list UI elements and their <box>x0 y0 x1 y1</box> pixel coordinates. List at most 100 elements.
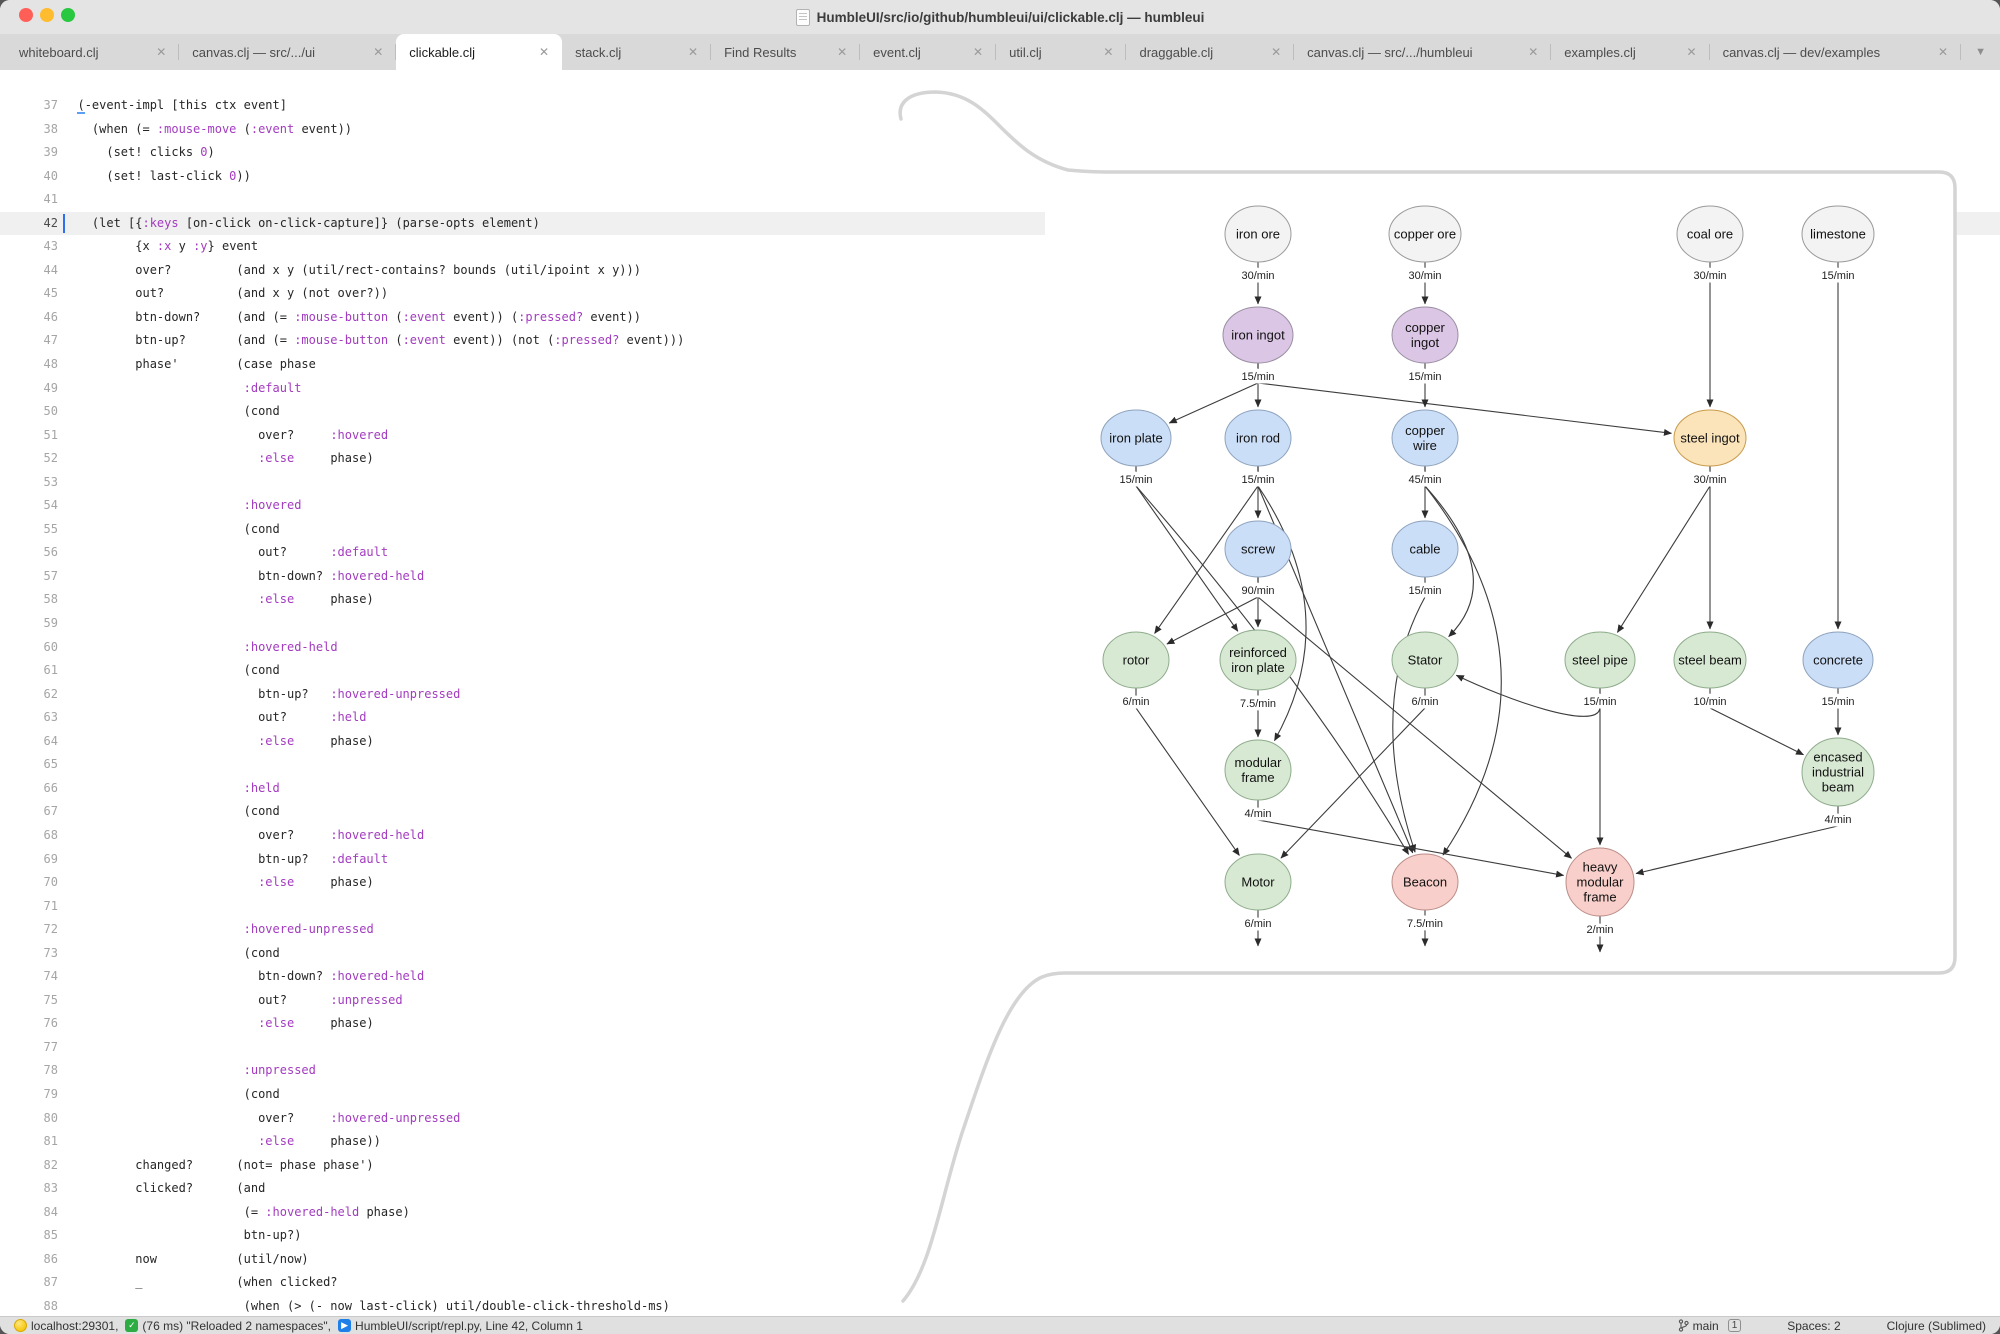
code-line-61[interactable]: 61 (cond <box>0 659 2000 683</box>
code-line-55[interactable]: 55 (cond <box>0 518 2000 542</box>
tab-label: draggable.clj <box>1139 45 1213 60</box>
code-line-59[interactable]: 59 <box>0 612 2000 636</box>
code-line-66[interactable]: 66 :held <box>0 777 2000 801</box>
code-line-72[interactable]: 72 :hovered-unpressed <box>0 918 2000 942</box>
tab-whiteboard-clj[interactable]: whiteboard.clj✕ <box>6 34 179 70</box>
code-line-74[interactable]: 74 btn-down? :hovered-held <box>0 965 2000 989</box>
tab-canvas-clj-src-humbleui[interactable]: canvas.clj — src/.../humbleui✕ <box>1294 34 1551 70</box>
code-line-81[interactable]: 81 :else phase)) <box>0 1130 2000 1154</box>
tab-close-icon[interactable]: ✕ <box>1687 45 1697 59</box>
code-line-86[interactable]: 86 now (util/now) <box>0 1248 2000 1272</box>
tab-close-icon[interactable]: ✕ <box>973 45 983 59</box>
tab-close-icon[interactable]: ✕ <box>1103 45 1113 59</box>
code-line-80[interactable]: 80 over? :hovered-unpressed <box>0 1107 2000 1131</box>
code-line-87[interactable]: 87 _ (when clicked? <box>0 1271 2000 1295</box>
code-line-39[interactable]: 39 (set! clicks 0) <box>0 141 2000 165</box>
code-line-71[interactable]: 71 <box>0 895 2000 919</box>
code-line-85[interactable]: 85 btn-up?) <box>0 1224 2000 1248</box>
line-number: 56 <box>0 541 58 565</box>
window-title: HumbleUI/src/io/github/humbleui/ui/click… <box>0 0 2000 34</box>
code-line-70[interactable]: 70 :else phase) <box>0 871 2000 895</box>
text-cursor <box>63 214 65 234</box>
code-line-45[interactable]: 45 out? (and x y (not over?)) <box>0 282 2000 306</box>
tab-find-results[interactable]: Find Results✕ <box>711 34 860 70</box>
line-content <box>58 899 63 913</box>
code-line-56[interactable]: 56 out? :default <box>0 541 2000 565</box>
tab-canvas-clj-dev-examples[interactable]: canvas.clj — dev/examples✕ <box>1710 34 1962 70</box>
tab-close-icon[interactable]: ✕ <box>1528 45 1538 59</box>
tab-event-clj[interactable]: event.clj✕ <box>860 34 996 70</box>
code-line-44[interactable]: 44 over? (and x y (util/rect-contains? b… <box>0 259 2000 283</box>
line-number: 43 <box>0 235 58 259</box>
code-line-60[interactable]: 60 :hovered-held <box>0 636 2000 660</box>
code-line-57[interactable]: 57 btn-down? :hovered-held <box>0 565 2000 589</box>
line-number: 51 <box>0 424 58 448</box>
line-content: btn-up? :default <box>58 852 388 866</box>
code-line-82[interactable]: 82 changed? (not= phase phase') <box>0 1154 2000 1178</box>
tab-stack-clj[interactable]: stack.clj ✕ <box>562 34 711 70</box>
code-line-42[interactable]: 42 (let [{:keys [on-click on-click-captu… <box>0 212 2000 236</box>
code-line-65[interactable]: 65 <box>0 753 2000 777</box>
code-line-69[interactable]: 69 btn-up? :default <box>0 848 2000 872</box>
code-line-41[interactable]: 41 <box>0 188 2000 212</box>
code-line-46[interactable]: 46 btn-down? (and (= :mouse-button (:eve… <box>0 306 2000 330</box>
code-line-63[interactable]: 63 out? :held <box>0 706 2000 730</box>
tab-examples-clj[interactable]: examples.clj✕ <box>1551 34 1709 70</box>
code-line-38[interactable]: 38 (when (= :mouse-move (:event event)) <box>0 118 2000 142</box>
tab-draggable-clj[interactable]: draggable.clj ✕ <box>1126 34 1294 70</box>
tab-close-icon[interactable]: ✕ <box>837 45 847 59</box>
code-line-84[interactable]: 84 (= :hovered-held phase) <box>0 1201 2000 1225</box>
tab-clickable-clj[interactable]: clickable.clj✕ <box>396 34 562 70</box>
tab-close-icon[interactable]: ✕ <box>1938 45 1948 59</box>
tab-overflow-icon[interactable]: ▼ <box>1961 34 2000 70</box>
line-content: phase' (case phase <box>58 357 316 371</box>
tab-util-clj[interactable]: util.clj✕ <box>996 34 1126 70</box>
code-line-50[interactable]: 50 (cond <box>0 400 2000 424</box>
status-spaces[interactable]: Spaces: 2 <box>1787 1319 1840 1333</box>
code-line-40[interactable]: 40 (set! last-click 0)) <box>0 165 2000 189</box>
code-line-64[interactable]: 64 :else phase) <box>0 730 2000 754</box>
code-line-49[interactable]: 49 :default <box>0 377 2000 401</box>
line-number: 80 <box>0 1107 58 1131</box>
tab-close-icon[interactable]: ✕ <box>539 45 549 59</box>
tab-label: stack.clj <box>575 45 621 60</box>
tab-canvas-clj-src-ui[interactable]: canvas.clj — src/.../ui✕ <box>179 34 396 70</box>
line-content: btn-up? (and (= :mouse-button (:event ev… <box>58 333 684 347</box>
code-line-68[interactable]: 68 over? :hovered-held <box>0 824 2000 848</box>
code-line-47[interactable]: 47 btn-up? (and (= :mouse-button (:event… <box>0 329 2000 353</box>
code-line-51[interactable]: 51 over? :hovered <box>0 424 2000 448</box>
tab-close-icon[interactable]: ✕ <box>688 45 698 59</box>
code-line-48[interactable]: 48 phase' (case phase <box>0 353 2000 377</box>
code-editor[interactable]: 37 (-event-impl [this ctx event]38 (when… <box>0 70 2000 1316</box>
code-line-83[interactable]: 83 clicked? (and <box>0 1177 2000 1201</box>
line-content: :else phase) <box>58 451 374 465</box>
code-line-62[interactable]: 62 btn-up? :hovered-unpressed <box>0 683 2000 707</box>
tab-close-icon[interactable]: ✕ <box>156 45 166 59</box>
line-number: 76 <box>0 1012 58 1036</box>
code-line-78[interactable]: 78 :unpressed <box>0 1059 2000 1083</box>
code-line-67[interactable]: 67 (cond <box>0 800 2000 824</box>
code-line-79[interactable]: 79 (cond <box>0 1083 2000 1107</box>
code-line-52[interactable]: 52 :else phase) <box>0 447 2000 471</box>
code-line-53[interactable]: 53 <box>0 471 2000 495</box>
tab-close-icon[interactable]: ✕ <box>1271 45 1281 59</box>
line-content: over? :hovered <box>58 428 388 442</box>
git-branch-icon <box>1678 1319 1689 1332</box>
tab-close-icon[interactable]: ✕ <box>373 45 383 59</box>
code-line-43[interactable]: 43 {x :x y :y} event <box>0 235 2000 259</box>
status-clojure[interactable]: Clojure (Sublimed) <box>1887 1319 1986 1333</box>
line-content: btn-up?) <box>58 1228 301 1242</box>
code-line-77[interactable]: 77 <box>0 1036 2000 1060</box>
status-main[interactable]: main1 <box>1678 1319 1742 1333</box>
line-number: 49 <box>0 377 58 401</box>
code-line-54[interactable]: 54 :hovered <box>0 494 2000 518</box>
code-line-88[interactable]: 88 (when (> (- now last-click) util/doub… <box>0 1295 2000 1316</box>
code-line-58[interactable]: 58 :else phase) <box>0 588 2000 612</box>
code-line-76[interactable]: 76 :else phase) <box>0 1012 2000 1036</box>
status-text: HumbleUI/script/repl.py, Line 42, Column… <box>355 1319 583 1333</box>
line-content: :hovered <box>58 498 301 512</box>
code-line-73[interactable]: 73 (cond <box>0 942 2000 966</box>
status-right: main1 Spaces: 2 Clojure (Sublimed) <box>1678 1319 1986 1333</box>
code-line-75[interactable]: 75 out? :unpressed <box>0 989 2000 1013</box>
code-line-37[interactable]: 37 (-event-impl [this ctx event] <box>0 94 2000 118</box>
